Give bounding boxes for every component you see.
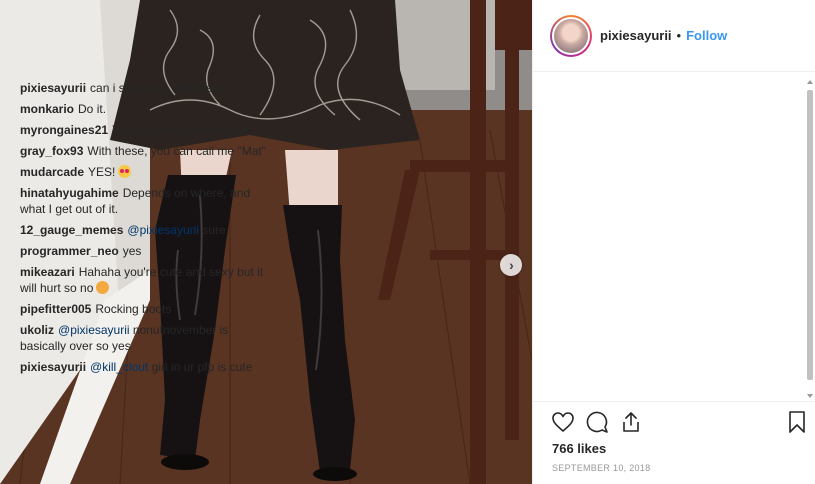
comment-username[interactable]: ukoliz — [20, 323, 54, 337]
comment-username[interactable]: gray_fox93 — [20, 144, 83, 158]
scroll-up-arrow-icon[interactable] — [807, 80, 813, 84]
comment-text: Rocking boots — [95, 302, 172, 316]
comment-text: can i step on u with these — [90, 81, 226, 95]
header-separator: • — [676, 28, 682, 43]
comment-username[interactable]: programmer_neo — [20, 244, 119, 258]
comment-item: pixiesayurii can i step on u with these — [20, 80, 266, 96]
comment-item: mikeazari Hahaha you're cute and sexy but… — [20, 264, 266, 296]
comment-item: gray_fox93 With these, you can call me "M… — [20, 143, 266, 159]
likes-count[interactable]: 766 likes — [552, 441, 606, 456]
comment-item: ukoliz @pixiesayurii nonutnovember is bas… — [20, 322, 266, 354]
avatar[interactable] — [550, 14, 592, 57]
next-photo-button[interactable]: › — [500, 254, 522, 276]
comment-username[interactable]: 12_gauge_memes — [20, 223, 123, 237]
comment-username[interactable]: pixiesayurii — [20, 81, 86, 95]
comment-mention[interactable]: @kill_clout — [90, 360, 148, 374]
comment-username[interactable]: pipefitter005 — [20, 302, 91, 316]
comment-mention[interactable]: @pixiesayurii — [58, 323, 130, 337]
comment-item: hinatahyugahime Depends on where, and wha… — [20, 185, 266, 217]
post-header: pixiesayurii • Follow — [533, 0, 815, 72]
post-date: SEPTEMBER 10, 2018 — [552, 463, 651, 473]
share-icon[interactable] — [619, 410, 643, 434]
comment-item: mudarcade YES! — [20, 164, 266, 180]
comment-username[interactable]: mikeazari — [20, 265, 75, 279]
comment-username[interactable]: hinatahyugahime — [20, 186, 119, 200]
comment-list: pixiesayurii can i step on u with these m… — [20, 80, 266, 398]
comment-item: myrongaines21 Yaaaas hentai mommy plz — [20, 122, 266, 138]
bookmark-icon[interactable] — [785, 410, 809, 434]
heart-eyes-emoji-icon — [118, 165, 132, 178]
comment-item: 12_gauge_memes @pixiesayurii sure — [20, 222, 266, 238]
heart-icon[interactable] — [551, 410, 575, 434]
comment-text: sure — [202, 223, 226, 237]
comment-username[interactable]: monkario — [20, 102, 74, 116]
comment-text: With these, you can call me "Mat" — [87, 144, 266, 158]
comment-item: pixiesayurii @kill_clout girl in ur pfp i… — [20, 359, 266, 375]
comment-item: programmer_neo yes — [20, 243, 266, 259]
cat-emoji-icon — [96, 281, 110, 294]
comment-item: pipefitter005 Rocking boots — [20, 301, 266, 317]
panel-divider — [532, 401, 815, 402]
comment-username[interactable]: myrongaines21 — [20, 123, 108, 137]
comment-item: monkario Do it. — [20, 101, 266, 117]
comment-text: Yaaaas hentai mommy plz — [112, 123, 253, 137]
comment-username[interactable]: pixiesayurii — [20, 360, 86, 374]
header-username[interactable]: pixiesayurii — [600, 28, 672, 43]
chevron-right-icon: › — [509, 257, 514, 273]
comment-text: YES! — [88, 165, 116, 179]
post-actions — [551, 410, 811, 438]
comment-username[interactable]: mudarcade — [20, 165, 84, 179]
comment-text: Do it. — [78, 102, 107, 116]
comment-text: yes — [122, 244, 142, 258]
comment-icon[interactable] — [585, 410, 609, 434]
comment-mention[interactable]: @pixiesayurii — [127, 223, 199, 237]
scroll-down-arrow-icon[interactable] — [807, 394, 813, 398]
scrollbar-thumb[interactable] — [807, 90, 813, 380]
comments-scrollbar[interactable] — [807, 80, 813, 398]
follow-button[interactable]: Follow — [686, 28, 727, 43]
comment-text: girl in ur pfp is cute — [151, 360, 253, 374]
